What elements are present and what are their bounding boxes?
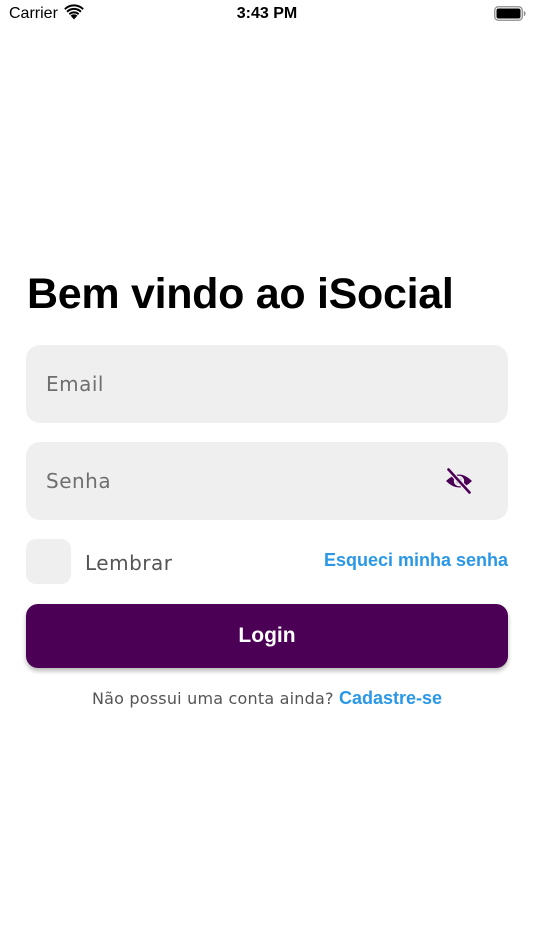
login-button[interactable]: Login	[26, 604, 508, 668]
clock: 3:43 PM	[236, 5, 298, 22]
remember-row: Lembrar Esqueci minha senha	[26, 539, 508, 585]
email-input[interactable]	[26, 345, 508, 423]
forgot-password-link[interactable]: Esqueci minha senha	[324, 550, 508, 571]
password-field-container	[26, 442, 508, 520]
remember-label: Lembrar	[85, 551, 173, 575]
password-input[interactable]	[26, 442, 508, 520]
signup-question: Não possui uma conta ainda?	[91, 689, 339, 708]
email-field-container	[26, 345, 508, 423]
status-bar: Carrier 3:43 PM	[0, 0, 534, 28]
page-title: Bem vindo ao iSocial	[27, 270, 454, 318]
eye-slash-icon[interactable]	[444, 467, 474, 495]
signup-link[interactable]: Cadastre-se	[339, 688, 442, 708]
remember-checkbox[interactable]	[26, 539, 71, 584]
battery-full-icon	[494, 6, 526, 21]
signup-row: Não possui uma conta ainda? Cadastre-se	[0, 688, 534, 709]
